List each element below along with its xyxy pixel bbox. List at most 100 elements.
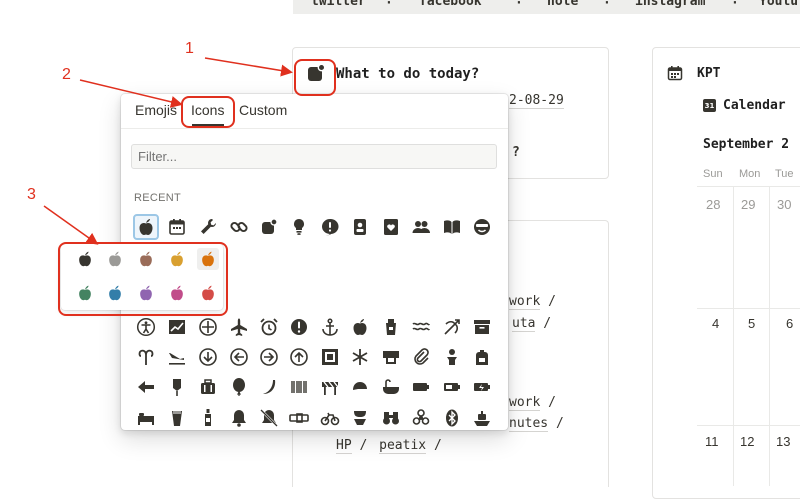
facebook-link[interactable]: facebook: [419, 0, 482, 9]
page-title[interactable]: What to do today?: [336, 66, 479, 82]
baby-icon[interactable]: [439, 344, 465, 370]
separator-dot: ·: [515, 0, 523, 11]
calendar-day[interactable]: 11: [705, 434, 719, 449]
back-arrow-icon[interactable]: [133, 374, 159, 400]
calendar-day[interactable]: 4: [712, 316, 719, 331]
peatix-link[interactable]: peatix: [379, 438, 427, 454]
battery-icon[interactable]: [408, 374, 434, 400]
lightbulb-icon[interactable]: [286, 214, 312, 240]
hp-row[interactable]: HP / peatix /: [336, 438, 442, 454]
aries-icon[interactable]: [133, 344, 159, 370]
link-text[interactable]: nutes: [509, 416, 549, 432]
annotation-label-3: 3: [27, 186, 36, 203]
bed-icon[interactable]: [133, 405, 159, 431]
balloon-icon[interactable]: [226, 374, 252, 400]
calendar-day[interactable]: 5: [748, 316, 755, 331]
link-slash: /: [433, 438, 442, 453]
plus-circle-icon[interactable]: [195, 314, 221, 340]
calendar-day[interactable]: 29: [741, 197, 755, 212]
airplane-icon[interactable]: [226, 314, 252, 340]
calendar-day[interactable]: 30: [777, 197, 791, 212]
separator-dot: ·: [385, 0, 393, 11]
instagram-link[interactable]: instagram: [635, 0, 705, 9]
bikini-icon[interactable]: [347, 405, 373, 431]
archery-icon[interactable]: [439, 314, 465, 340]
bathtub-icon[interactable]: [378, 374, 404, 400]
bluetooth-icon[interactable]: [439, 405, 465, 431]
arrival-icon[interactable]: [164, 344, 190, 370]
link-icon[interactable]: [226, 214, 252, 240]
calendar-icon[interactable]: [164, 214, 190, 240]
anchor-icon[interactable]: [317, 314, 343, 340]
bell-icon[interactable]: [226, 405, 252, 431]
book-icon[interactable]: [439, 214, 465, 240]
banana-icon[interactable]: [256, 374, 282, 400]
archive-icon[interactable]: [469, 314, 495, 340]
hp-link[interactable]: HP: [336, 438, 352, 454]
link-row-2[interactable]: uta /: [512, 316, 551, 332]
arrow-down-circle-icon[interactable]: [195, 344, 221, 370]
calendar-gridline: [769, 186, 770, 486]
backpack-icon[interactable]: [469, 344, 495, 370]
link-row-4[interactable]: nutes /: [509, 416, 564, 432]
battery-half-icon[interactable]: [439, 374, 465, 400]
filter-input[interactable]: [131, 144, 497, 169]
arrow-right-circle-icon[interactable]: [256, 344, 282, 370]
kpt-card[interactable]: [652, 47, 800, 499]
smiley-glasses-icon[interactable]: [469, 214, 495, 240]
people-icon[interactable]: [408, 214, 434, 240]
calendar-view-tab[interactable]: Calendar: [723, 98, 786, 113]
calendar-day[interactable]: 28: [706, 197, 720, 212]
bell-off-icon[interactable]: [256, 405, 282, 431]
apple-icon[interactable]: [133, 214, 159, 240]
waves-icon[interactable]: [408, 314, 434, 340]
calendar-gridline: [697, 425, 800, 426]
alert-icon[interactable]: [286, 314, 312, 340]
youtube-link[interactable]: Youtu: [759, 0, 798, 9]
note-link[interactable]: note: [547, 0, 578, 9]
link-text[interactable]: work: [509, 294, 541, 310]
link-row-3[interactable]: work /: [509, 395, 556, 411]
twitter-link[interactable]: twitter: [311, 0, 366, 9]
exclamation-bubble-icon[interactable]: [317, 214, 343, 240]
calendar-gridline: [733, 186, 734, 486]
kpt-title[interactable]: KPT: [697, 66, 720, 81]
tab-emojis[interactable]: Emojis: [135, 102, 177, 118]
bag-drip-icon[interactable]: [164, 374, 190, 400]
atm-icon[interactable]: [378, 344, 404, 370]
boat-icon[interactable]: [469, 405, 495, 431]
apron-icon[interactable]: [378, 314, 404, 340]
calendar-day[interactable]: 12: [740, 434, 754, 449]
calendar-month: September 2: [703, 137, 790, 152]
heart-card-icon[interactable]: [378, 214, 404, 240]
arrow-up-circle-icon[interactable]: [286, 344, 312, 370]
barcode-icon[interactable]: [286, 374, 312, 400]
artwork-icon[interactable]: [317, 344, 343, 370]
link-text[interactable]: uta: [512, 316, 536, 332]
arrow-left-circle-icon[interactable]: [226, 344, 252, 370]
calendar-day[interactable]: 6: [786, 316, 793, 331]
link-row-1[interactable]: work /: [509, 294, 556, 310]
bicycle-icon[interactable]: [317, 405, 343, 431]
notification-icon[interactable]: [256, 214, 282, 240]
belt-icon[interactable]: [286, 405, 312, 431]
attachment-icon[interactable]: [408, 344, 434, 370]
calendar-day[interactable]: 13: [776, 434, 790, 449]
apple-icon[interactable]: [347, 314, 373, 340]
tab-custom[interactable]: Custom: [239, 102, 287, 118]
bottle-icon[interactable]: [195, 405, 221, 431]
binoculars-icon[interactable]: [378, 405, 404, 431]
chart-icon[interactable]: [164, 314, 190, 340]
wrench-icon[interactable]: [195, 214, 221, 240]
biohazard-icon[interactable]: [408, 405, 434, 431]
link-text[interactable]: work: [509, 395, 541, 411]
barrier-icon[interactable]: [317, 374, 343, 400]
alarm-clock-icon[interactable]: [256, 314, 282, 340]
battery-charging-icon[interactable]: [469, 374, 495, 400]
beer-icon[interactable]: [164, 405, 190, 431]
baseball-cap-icon[interactable]: [347, 374, 373, 400]
id-badge-icon[interactable]: [347, 214, 373, 240]
accessibility-icon[interactable]: [133, 314, 159, 340]
baggage-icon[interactable]: [195, 374, 221, 400]
asterisk-icon[interactable]: [347, 344, 373, 370]
